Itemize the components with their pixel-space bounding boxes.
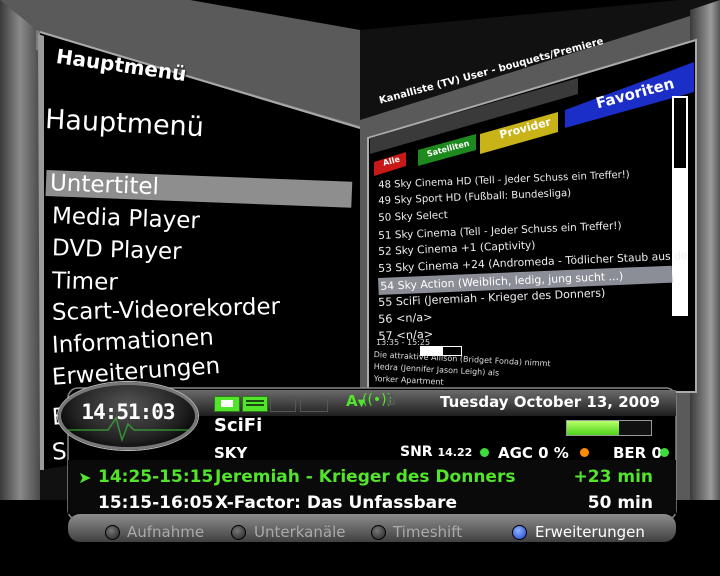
timeshift-button[interactable]: Timeshift xyxy=(393,523,462,541)
now-title: Jeremiah - Krieger des Donners xyxy=(215,467,516,487)
teletext-icon xyxy=(242,396,268,412)
channel-name: SciFi xyxy=(214,415,263,436)
next-time: 15:15-16:05 xyxy=(98,493,214,513)
ber-indicator: BER 0 xyxy=(613,444,662,462)
snr-status-dot xyxy=(480,448,489,457)
channel-row[interactable]: 52 Sky Cinema +1 (Captivity) xyxy=(378,239,536,258)
extensions-button[interactable]: Erweiterungen xyxy=(535,523,645,541)
clock-time: 14:51:03 xyxy=(81,400,175,424)
channel-row[interactable]: 50 Sky Select xyxy=(378,209,448,224)
timeshift-button-icon[interactable] xyxy=(371,525,386,540)
record-button[interactable]: Aufnahme xyxy=(127,523,204,541)
next-title: X-Factor: Das Unfassbare xyxy=(215,493,458,513)
ber-status-dot xyxy=(580,448,589,457)
channel-row[interactable]: 56 <n/a> xyxy=(378,311,433,326)
subchannels-button[interactable]: Unterkanäle xyxy=(254,523,345,541)
subtitle-icon xyxy=(270,396,296,412)
agc-indicator: AGC 0 % xyxy=(498,444,569,462)
aspect-16-9-icon xyxy=(214,396,240,412)
ber-ok-dot xyxy=(660,448,669,457)
channel-row[interactable]: 51 Sky Cinema (Tell - Jeder Schuss ein T… xyxy=(378,220,622,242)
now-remaining: +23 min xyxy=(573,467,653,487)
snr-label: SNR xyxy=(400,444,433,460)
subchannels-button-icon[interactable] xyxy=(231,525,246,540)
extensions-button-icon[interactable] xyxy=(512,525,527,540)
dolby-icon: B xyxy=(386,393,397,409)
record-button-icon[interactable] xyxy=(105,525,120,540)
snr-indicator: SNR 14.22 xyxy=(400,444,472,460)
clock-badge: 14:51:03 xyxy=(58,382,198,450)
now-arrow-icon: ➤ xyxy=(78,468,92,487)
channel-row[interactable]: 49 Sky Sport HD (Fußball: Bundesliga) xyxy=(378,188,571,207)
channel-row[interactable]: 48 Sky Cinema HD (Tell - Jeder Schuss ei… xyxy=(378,169,630,191)
signal-strength-fill xyxy=(567,421,620,435)
provider-name: SKY xyxy=(214,444,248,462)
next-duration: 50 min xyxy=(587,493,653,513)
hd-icon xyxy=(300,396,328,412)
date-display: Tuesday October 13, 2009 xyxy=(440,393,660,411)
now-time: 14:25-15:15 xyxy=(98,467,214,487)
snr-value: 14.22 xyxy=(437,446,473,459)
signal-strength-bar xyxy=(566,420,652,436)
